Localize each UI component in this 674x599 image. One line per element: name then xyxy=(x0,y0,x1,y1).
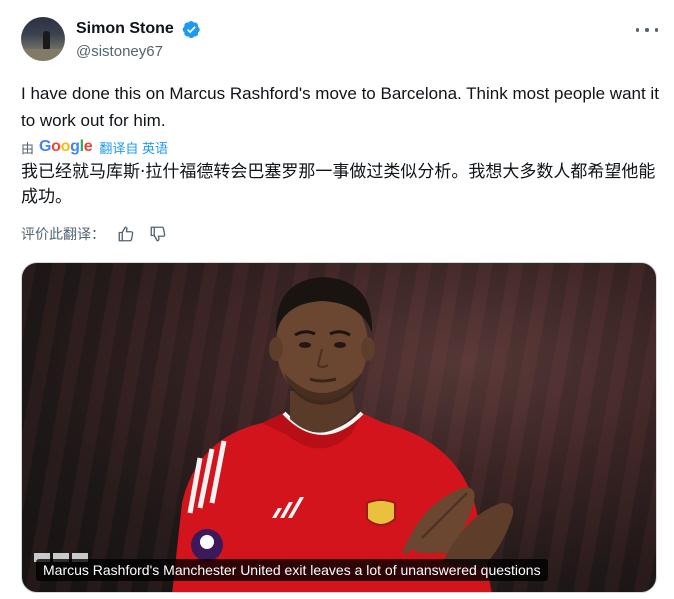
tweet-text: I have done this on Marcus Rashford's mo… xyxy=(21,84,659,130)
thumbs-down-icon[interactable] xyxy=(149,225,167,243)
translation-attribution: 由 Google 翻译自 英语 xyxy=(21,137,168,157)
author-display-name[interactable]: Simon Stone xyxy=(76,20,174,38)
thumbs-up-icon[interactable] xyxy=(117,225,135,243)
google-logo: Google xyxy=(39,138,93,155)
author-avatar[interactable] xyxy=(21,17,65,61)
verified-badge-icon[interactable] xyxy=(182,20,201,39)
media-caption: Marcus Rashford's Manchester United exit… xyxy=(36,559,548,581)
translated-by-label: 由 xyxy=(21,140,35,156)
translated-text: 我已经就马库斯·拉什福德转会巴塞罗那一事做过类似分析。我想大多数人都希望他能成功… xyxy=(21,162,656,207)
translated-from-link[interactable]: 翻译自 英语 xyxy=(99,138,168,157)
more-options-icon[interactable] xyxy=(636,22,658,38)
rate-translation-label: 评价此翻译： xyxy=(21,227,105,243)
media-card[interactable]: Marcus Rashford's Manchester United exit… xyxy=(21,262,657,593)
player-photo xyxy=(172,277,514,592)
tweet-card: Simon Stone @sistoney67 I have done this… xyxy=(0,0,674,599)
author-handle[interactable]: @sistoney67 xyxy=(76,43,163,60)
rate-translation-row: 评价此翻译： xyxy=(21,223,167,245)
